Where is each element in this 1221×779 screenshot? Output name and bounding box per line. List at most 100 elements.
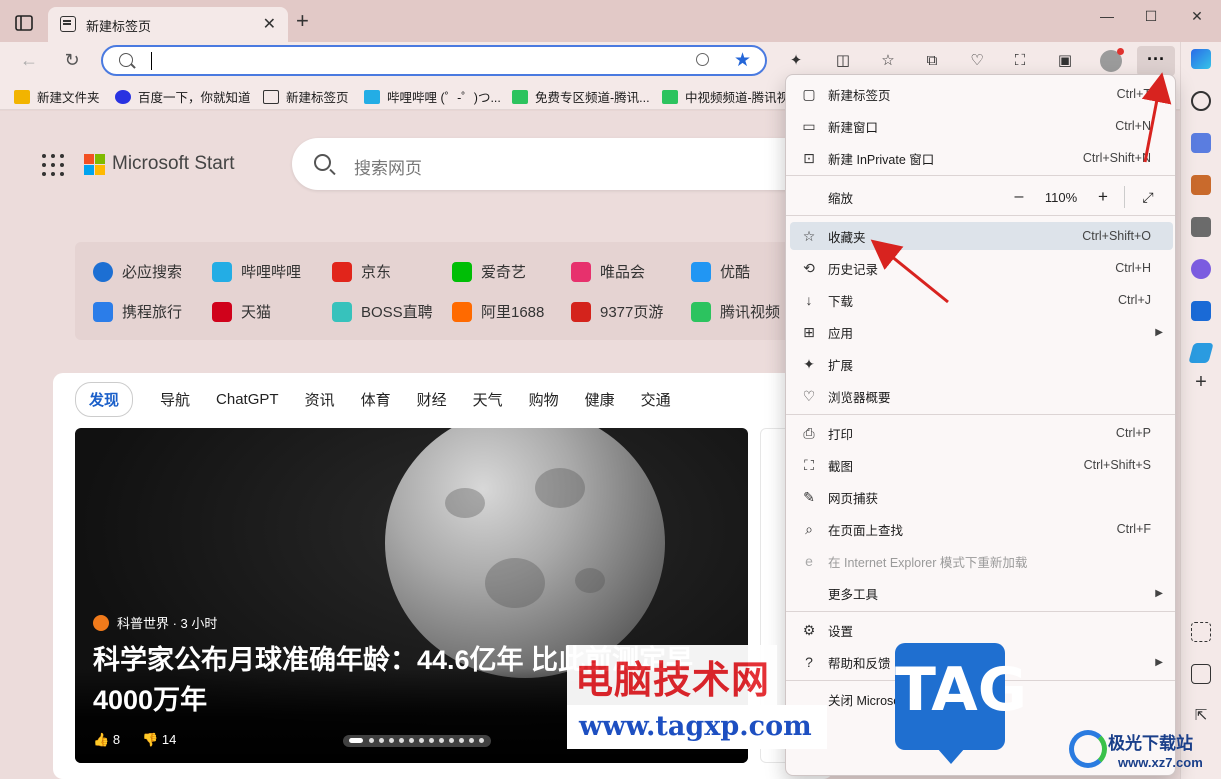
quick-link[interactable]: 唯品会 [571, 261, 645, 282]
shopping-icon[interactable] [1191, 133, 1211, 153]
dislike-button[interactable]: 👎 14 [142, 732, 176, 748]
quick-links: 必应搜索 哔哩哔哩 京东 爱奇艺 唯品会 优酷 携程旅行 天猫 BOSS直聘 阿… [75, 242, 835, 340]
menu-item-new-window[interactable]: ▭ 新建窗口 Ctrl+N [790, 112, 1173, 140]
minimize-button[interactable]: — [1092, 6, 1122, 30]
drop-icon[interactable] [1188, 343, 1214, 363]
menu-item-web-capture[interactable]: ✎ 网页捕获 [790, 483, 1173, 511]
ctrip-icon [93, 301, 113, 322]
menu-item-settings[interactable]: ⚙ 设置 [790, 616, 1173, 644]
article-source[interactable]: 科普世界 · 3 小时 [93, 613, 217, 632]
maximize-button[interactable]: ☐ [1136, 6, 1166, 30]
open-external-icon[interactable]: ⇱ [1191, 706, 1211, 726]
zoom-indicator-icon[interactable] [696, 53, 709, 66]
tencent-video-icon [691, 301, 711, 322]
favorites-icon[interactable]: ☆ [878, 51, 898, 71]
iqiyi-icon [452, 261, 472, 282]
zoom-in-button[interactable]: + [1092, 187, 1114, 207]
favorite-item[interactable]: 新建文件夹 [14, 87, 100, 106]
menu-item-inprivate[interactable]: ⊡ 新建 InPrivate 窗口 Ctrl+Shift+N [790, 144, 1173, 172]
extensions-icon[interactable]: ✦ [786, 51, 806, 71]
new-tab-icon: ▢ [802, 86, 816, 102]
settings-and-more-button[interactable]: ··· [1137, 46, 1175, 76]
copilot-icon[interactable] [1191, 49, 1211, 69]
search-icon [119, 53, 133, 67]
menu-item-extensions[interactable]: ✦ 扩展 [790, 350, 1173, 378]
zoom-out-button[interactable]: – [1008, 188, 1030, 206]
quick-link[interactable]: 9377页游 [571, 301, 663, 322]
microsoft-start-brand: Microsoft Start [112, 153, 235, 174]
tools-icon[interactable] [1191, 175, 1211, 195]
feed-tab[interactable]: 财经 [417, 389, 447, 410]
menu-item-screenshot[interactable]: ⛶ 截图 Ctrl+Shift+S [790, 451, 1173, 479]
add-sidebar-app-icon[interactable]: + [1191, 372, 1211, 392]
address-bar[interactable]: ★ [101, 45, 767, 76]
close-window-button[interactable]: ✕ [1182, 6, 1212, 30]
quick-link[interactable]: 哔哩哔哩 [212, 261, 301, 282]
feed-tab[interactable]: 健康 [585, 389, 615, 410]
quick-link[interactable]: 爱奇艺 [452, 261, 526, 282]
favorite-item[interactable]: 免费专区频道-腾讯... [512, 87, 650, 106]
screenshot-icon[interactable] [1191, 622, 1211, 642]
quick-link[interactable]: 必应搜索 [93, 261, 182, 282]
split-screen-icon[interactable]: ◫ [833, 51, 853, 71]
feed-tab[interactable]: 交通 [641, 389, 671, 410]
quick-link[interactable]: 腾讯视频 [691, 301, 780, 322]
close-tab-icon[interactable]: ✕ [263, 14, 276, 34]
feed-tab[interactable]: 天气 [473, 389, 503, 410]
menu-item-zoom: 缩放 – 110% + ⤢ [790, 183, 1173, 211]
apps-icon: ⊞ [803, 324, 815, 340]
quick-link[interactable]: BOSS直聘 [332, 301, 433, 322]
quick-link[interactable]: 京东 [332, 261, 391, 282]
feed-tab[interactable]: 购物 [529, 389, 559, 410]
favorite-item[interactable]: 哔哩哔哩 (゜-゜)つ... [364, 87, 501, 106]
tencent-video-icon [512, 89, 528, 104]
collections-icon[interactable]: ⧉ [922, 51, 942, 71]
quick-link[interactable]: 优酷 [691, 261, 750, 282]
tab-new-tab[interactable]: 新建标签页 ✕ [48, 7, 288, 42]
favorite-item[interactable]: 百度一下，你就知道 [115, 87, 251, 106]
app-launcher-icon[interactable] [42, 154, 64, 176]
menu-item-history[interactable]: ⟲ 历史记录 Ctrl+H [790, 254, 1173, 282]
back-button[interactable]: ← [17, 50, 41, 72]
feed-tab[interactable]: 发现 [75, 382, 134, 417]
menu-item-apps[interactable]: ⊞ 应用 ▶ [790, 318, 1173, 346]
sidebar-toggle-icon[interactable]: ▣ [1055, 51, 1075, 71]
edge-sidebar: + ⇱ [1180, 42, 1221, 779]
feed-tab[interactable]: 资讯 [305, 389, 335, 410]
hide-sidebar-icon[interactable] [1191, 664, 1211, 684]
refresh-button[interactable]: ↻ [60, 50, 84, 72]
tab-actions-icon[interactable] [14, 13, 34, 33]
search-icon[interactable] [1191, 91, 1211, 111]
jd-icon [332, 261, 352, 282]
microsoft365-icon[interactable] [1191, 259, 1211, 279]
profile-avatar[interactable] [1100, 48, 1124, 72]
quick-link[interactable]: 天猫 [212, 301, 271, 322]
games-icon[interactable] [1191, 217, 1211, 237]
carousel-dots[interactable] [343, 735, 491, 747]
fullscreen-icon[interactable]: ⤢ [1139, 189, 1157, 206]
menu-item-find[interactable]: ⌕ 在页面上查找 Ctrl+F [790, 515, 1173, 543]
menu-item-print[interactable]: ⎙ 打印 Ctrl+P [790, 419, 1173, 447]
watermark-site-name: 电脑技术网 [567, 645, 777, 705]
like-button[interactable]: 👍 8 [93, 732, 120, 748]
feed-tab[interactable]: 导航 [160, 389, 190, 410]
menu-item-browser-essentials[interactable]: ♡ 浏览器概要 [790, 382, 1173, 410]
quick-link[interactable]: 阿里1688 [452, 301, 544, 322]
search-icon [314, 154, 331, 171]
favorite-star-icon[interactable]: ★ [734, 49, 751, 72]
menu-item-downloads[interactable]: ↓ 下载 Ctrl+J [790, 286, 1173, 314]
screenshot-icon[interactable]: ⛶ [1010, 51, 1030, 71]
baidu-icon [115, 89, 131, 104]
quick-link[interactable]: 携程旅行 [93, 301, 182, 322]
favorite-item[interactable]: 新建标签页 [263, 87, 349, 106]
outlook-icon[interactable] [1191, 301, 1211, 321]
performance-icon[interactable]: ♡ [967, 51, 987, 71]
web-search-box[interactable]: 搜索网页 [292, 138, 812, 190]
menu-item-more-tools[interactable]: 更多工具 ▶ [790, 579, 1173, 607]
new-tab-button[interactable]: + [296, 10, 309, 32]
menu-item-new-tab[interactable]: ▢ 新建标签页 Ctrl+T [790, 80, 1173, 108]
feed-tab[interactable]: ChatGPT [216, 391, 279, 408]
favorite-item[interactable]: 中视频频道-腾讯视... [662, 87, 800, 106]
menu-item-favorites[interactable]: ☆ 收藏夹 Ctrl+Shift+O [790, 222, 1173, 250]
feed-tab[interactable]: 体育 [361, 389, 391, 410]
